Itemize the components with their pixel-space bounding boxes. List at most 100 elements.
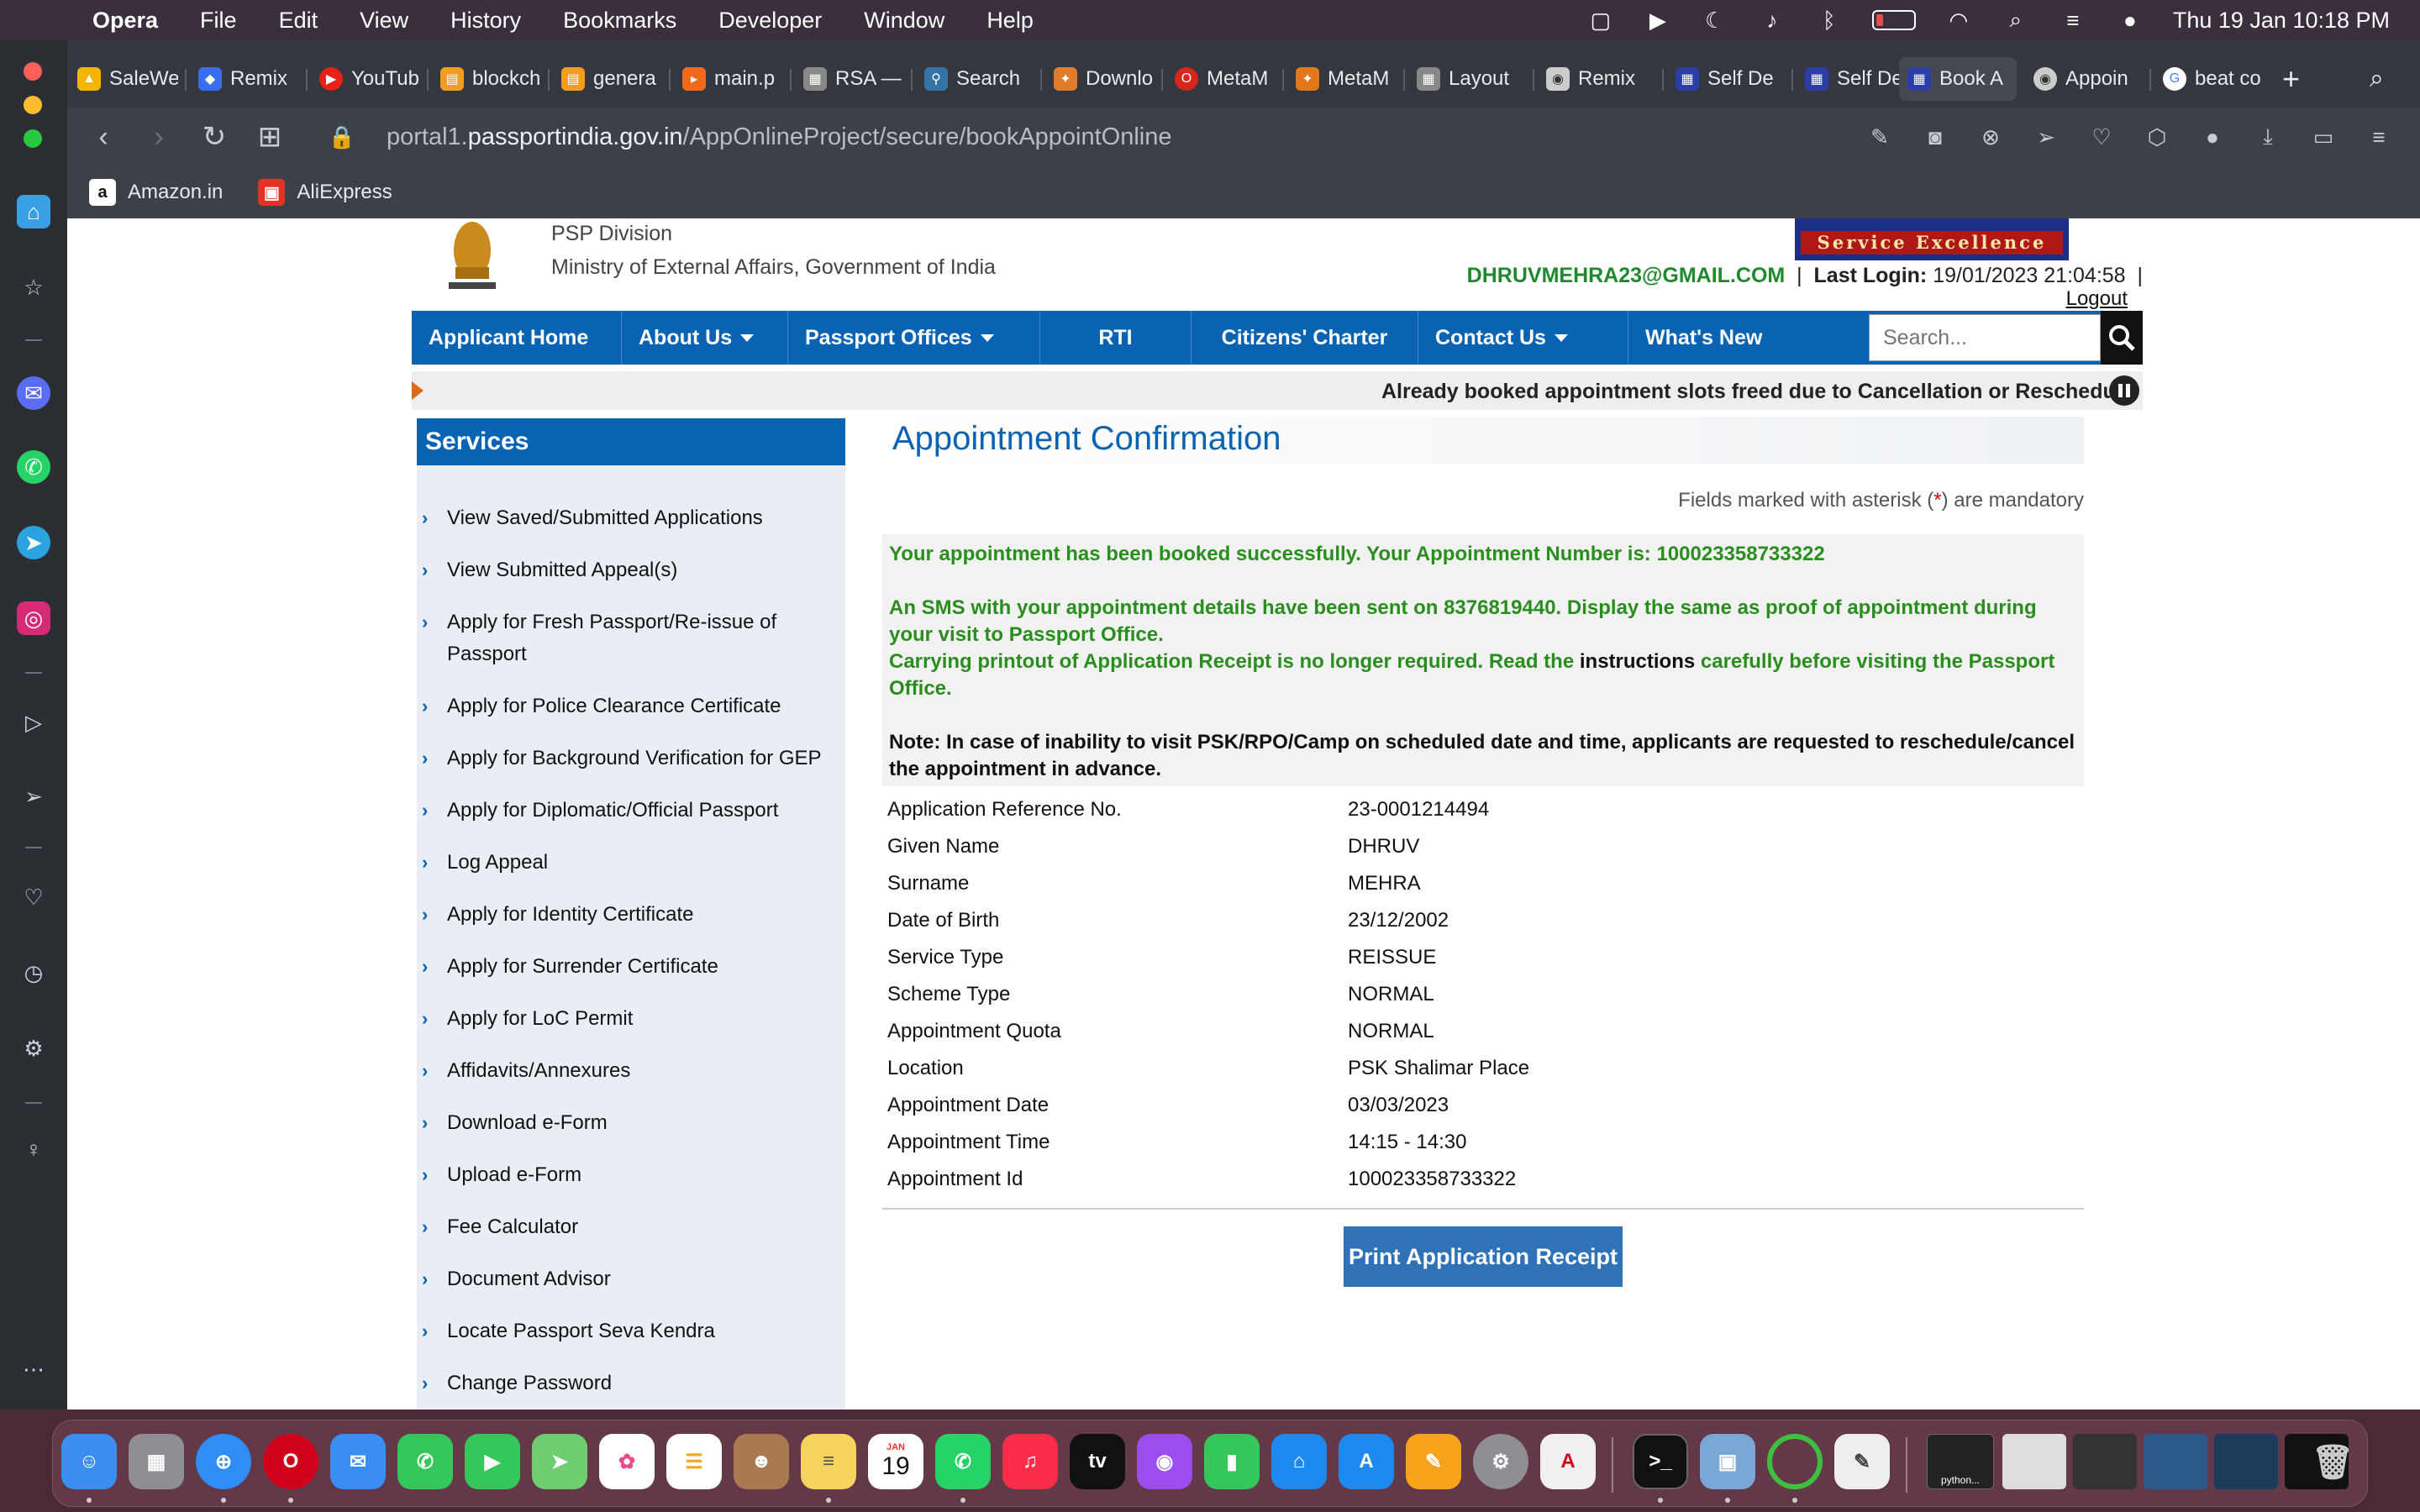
menu-bookmarks[interactable]: Bookmarks	[563, 8, 676, 34]
music-icon[interactable]: ♫	[1002, 1434, 1058, 1489]
activity-ring-icon[interactable]	[1767, 1434, 1823, 1489]
numbers-icon[interactable]: ▮	[1204, 1434, 1260, 1489]
adblock-icon[interactable]: ⊗	[1975, 116, 2007, 158]
whatsapp-icon[interactable]: ✆	[17, 450, 50, 484]
facetime-icon[interactable]: ▶	[465, 1434, 520, 1489]
tab-main-py[interactable]: ▸ main.p	[682, 57, 783, 101]
bookmark-aliexpress[interactable]: ▣ AliExpress	[258, 179, 392, 206]
new-tab-plus-icon[interactable]: +	[2282, 57, 2316, 101]
telegram-icon[interactable]: ➤	[17, 526, 50, 559]
mail-icon[interactable]: ✉	[330, 1434, 386, 1489]
extensions-cube-icon[interactable]: ⬡	[2141, 116, 2173, 158]
tab-self-declaration-1[interactable]: ▦ Self De	[1676, 57, 1785, 101]
service-link-view-appeals[interactable]: › View Submitted Appeal(s)	[417, 554, 845, 586]
nav-passport-offices[interactable]: Passport Offices	[788, 311, 1040, 365]
back-arrow-icon[interactable]: ‹	[76, 112, 131, 162]
service-link-background-verification[interactable]: › Apply for Background Verification for G…	[417, 743, 845, 774]
volume-icon[interactable]: ♪	[1758, 8, 1786, 33]
media-play-icon[interactable]: ▶	[1644, 8, 1672, 33]
podcasts-icon[interactable]: ◉	[1137, 1434, 1192, 1489]
tab-grid-icon[interactable]: ⊞	[242, 112, 297, 162]
service-link-identity-certificate[interactable]: › Apply for Identity Certificate	[417, 899, 845, 931]
opera-icon[interactable]: O	[263, 1434, 318, 1489]
window-thumbnail-2[interactable]	[2073, 1434, 2137, 1489]
tab-google-search[interactable]: Gbeat co	[2163, 57, 2272, 101]
moon-icon[interactable]: ☾	[1701, 8, 1729, 33]
reload-icon[interactable]: ↻	[187, 112, 242, 162]
service-link-document-advisor[interactable]: › Document Advisor	[417, 1263, 845, 1295]
control-center-icon[interactable]: ≡	[2059, 8, 2087, 33]
launchpad-icon[interactable]: ▦	[129, 1434, 184, 1489]
player-icon[interactable]: ▷	[17, 706, 50, 739]
tab-book-appointment-active[interactable]: ▦ Book A	[1899, 57, 2017, 101]
terminal-icon[interactable]: >_	[1633, 1434, 1688, 1489]
downloads-icon[interactable]: ⤓	[2252, 116, 2284, 158]
tab-remix-2[interactable]: ◉ Remix	[1546, 57, 1655, 101]
history-clock-icon[interactable]: ◷	[17, 956, 50, 990]
siri-icon[interactable]: ●	[2116, 8, 2144, 33]
pause-icon[interactable]	[2109, 375, 2139, 406]
tab-remix[interactable]: ◆ Remix	[198, 57, 299, 101]
url-field[interactable]: portal1.passportindia.gov.in/AppOnlinePr…	[387, 123, 1172, 151]
bluetooth-icon[interactable]: ᛒ	[1815, 8, 1844, 33]
tab-layout[interactable]: ▦ Layout	[1417, 57, 1526, 101]
tab-youtube[interactable]: ▶ YouTub	[319, 57, 420, 101]
window-thumbnail-1[interactable]	[2002, 1434, 2066, 1489]
service-link-locate-psk[interactable]: › Locate Passport Seva Kendra	[417, 1315, 845, 1347]
notes-icon[interactable]: ≡	[801, 1434, 856, 1489]
tab-generate[interactable]: ▤ genera	[561, 57, 662, 101]
bookmark-amazon[interactable]: a Amazon.in	[89, 179, 223, 206]
menu-window[interactable]: Window	[864, 8, 944, 34]
acrobat-icon[interactable]: A	[1540, 1434, 1596, 1489]
service-link-diplomatic-passport[interactable]: › Apply for Diplomatic/Official Passport	[417, 795, 845, 827]
nav-about-us[interactable]: About Us	[622, 311, 788, 365]
camera-snapshot-icon[interactable]: ◙	[1919, 116, 1951, 158]
lightbulb-icon[interactable]: ♀	[17, 1132, 50, 1166]
whatsapp-dock-icon[interactable]: ✆	[935, 1434, 991, 1489]
finder-icon[interactable]: ☺	[61, 1434, 117, 1489]
window-thumbnail-3[interactable]	[2144, 1434, 2207, 1489]
tab-salewe[interactable]: ▲ SaleWe	[77, 57, 178, 101]
lock-icon[interactable]: 🔒	[314, 112, 370, 162]
contacts-icon[interactable]: ☻	[734, 1434, 789, 1489]
menu-history[interactable]: History	[450, 8, 521, 34]
menu-developer[interactable]: Developer	[718, 8, 822, 34]
more-dots-icon[interactable]: ⋯	[17, 1352, 50, 1386]
safari-icon[interactable]: ⊕	[196, 1434, 251, 1489]
nav-rti[interactable]: RTI	[1040, 311, 1192, 365]
heart-icon[interactable]: ♡	[17, 880, 50, 914]
menu-view[interactable]: View	[360, 8, 408, 34]
messages-icon[interactable]: ✆	[397, 1434, 453, 1489]
menu-file[interactable]: File	[200, 8, 237, 34]
nav-citizens-charter[interactable]: Citizens' Charter	[1192, 311, 1418, 365]
tab-blockchain[interactable]: ▤ blockch	[440, 57, 541, 101]
maps-icon[interactable]: ➤	[532, 1434, 587, 1489]
menu-edit[interactable]: Edit	[279, 8, 318, 34]
ticker-text[interactable]: Already booked appointment slots freed d…	[1381, 380, 2133, 404]
terminal-window-thumbnail[interactable]: python...	[1927, 1434, 1994, 1489]
spotlight-search-icon[interactable]: ⌕	[2002, 7, 2030, 33]
keynote-icon[interactable]: ⌂	[1271, 1434, 1327, 1489]
apple-tv-icon[interactable]: tv	[1070, 1434, 1125, 1489]
favorite-heart-icon[interactable]: ♡	[2086, 116, 2118, 158]
nav-contact-us[interactable]: Contact Us	[1418, 311, 1628, 365]
calendar-icon[interactable]: JAN 19	[868, 1434, 923, 1489]
site-search-button[interactable]	[2101, 311, 2143, 365]
system-preferences-icon[interactable]: ⚙	[1473, 1434, 1528, 1489]
send-icon[interactable]: ➢	[17, 780, 50, 813]
tab-self-declaration-2[interactable]: ▦ Self De	[1805, 57, 1914, 101]
service-link-download-eform[interactable]: › Download e-Form	[417, 1107, 845, 1139]
instagram-icon[interactable]: ◎	[17, 601, 50, 635]
photos-icon[interactable]: ✿	[599, 1434, 655, 1489]
forward-arrow-icon[interactable]: ›	[131, 112, 187, 162]
service-link-surrender-certificate[interactable]: › Apply for Surrender Certificate	[417, 951, 845, 983]
logout-link[interactable]: Logout	[2066, 287, 2128, 311]
home-icon[interactable]: ⌂	[17, 195, 50, 228]
pages-icon[interactable]: ✎	[1406, 1434, 1461, 1489]
wifi-icon[interactable]: ◠	[1944, 8, 1973, 33]
window-zoom-button[interactable]	[24, 129, 42, 148]
service-link-fresh-passport[interactable]: › Apply for Fresh Passport/Re-issue of Pa…	[417, 606, 845, 670]
service-link-affidavits[interactable]: › Affidavits/Annexures	[417, 1055, 845, 1087]
messenger-icon[interactable]: ✉	[17, 376, 50, 410]
service-link-view-saved[interactable]: › View Saved/Submitted Applications	[417, 502, 845, 534]
